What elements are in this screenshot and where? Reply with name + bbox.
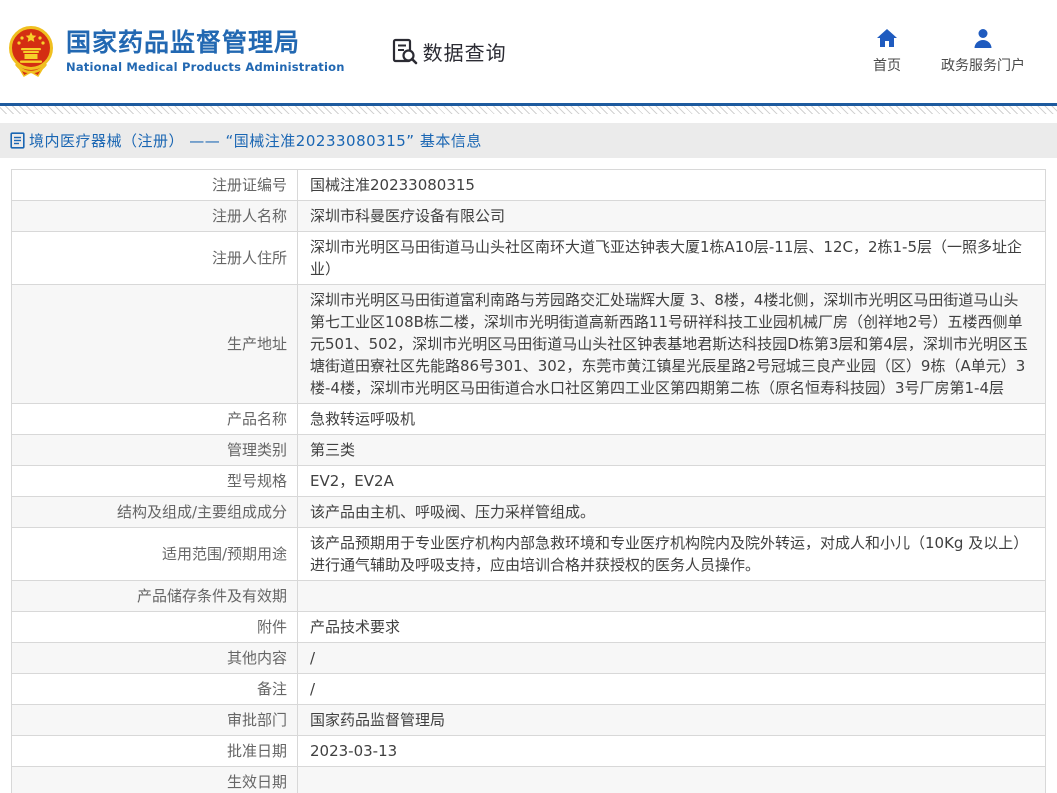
person-icon (972, 28, 994, 48)
row-value: 第三类 (298, 435, 1046, 466)
breadcrumb: 境内医疗器械（注册） —— “国械注准20233080315” 基本信息 (0, 123, 1057, 158)
row-value: 国械注准20233080315 (298, 170, 1046, 201)
table-row: 结构及组成/主要组成成分该产品由主机、呼吸阀、压力采样管组成。 (12, 497, 1046, 528)
row-value: EV2，EV2A (298, 466, 1046, 497)
row-value: 深圳市光明区马田街道马山头社区南环大道飞亚达钟表大厦1栋A10层-11层、12C… (298, 232, 1046, 285)
table-row: 注册人名称深圳市科曼医疗设备有限公司 (12, 201, 1046, 232)
table-row: 产品储存条件及有效期 (12, 581, 1046, 612)
nmpa-logo[interactable]: 国家药品监督管理局 National Medical Products Admi… (8, 26, 345, 78)
nav-home[interactable]: 首页 (873, 28, 901, 75)
row-label: 备注 (12, 674, 298, 705)
table-row: 产品名称急救转运呼吸机 (12, 404, 1046, 435)
row-value: / (298, 643, 1046, 674)
table-row: 备注/ (12, 674, 1046, 705)
row-value: 深圳市科曼医疗设备有限公司 (298, 201, 1046, 232)
data-query-link[interactable]: 数据查询 (391, 37, 507, 66)
nav-gov-portal[interactable]: 政务服务门户 (941, 28, 1025, 75)
row-value: 产品技术要求 (298, 612, 1046, 643)
table-row: 注册人住所深圳市光明区马田街道马山头社区南环大道飞亚达钟表大厦1栋A10层-11… (12, 232, 1046, 285)
row-value: / (298, 674, 1046, 705)
row-label: 生效日期 (12, 767, 298, 793)
header-hatch-band (0, 106, 1057, 114)
row-label: 批准日期 (12, 736, 298, 767)
document-search-icon (391, 38, 418, 65)
nav-gov-portal-label: 政务服务门户 (941, 55, 1025, 75)
breadcrumb-text: 境内医疗器械（注册） —— “国械注准20233080315” 基本信息 (29, 130, 482, 151)
org-name-zh: 国家药品监督管理局 (66, 29, 345, 58)
nav-home-label: 首页 (873, 55, 901, 75)
registration-info-table: 注册证编号国械注准20233080315注册人名称深圳市科曼医疗设备有限公司注册… (11, 169, 1046, 793)
table-row: 型号规格EV2，EV2A (12, 466, 1046, 497)
row-value: 2023-03-13 (298, 736, 1046, 767)
data-query-label: 数据查询 (423, 37, 507, 66)
row-label: 产品储存条件及有效期 (12, 581, 298, 612)
row-label: 审批部门 (12, 705, 298, 736)
row-value: 急救转运呼吸机 (298, 404, 1046, 435)
site-header: 国家药品监督管理局 National Medical Products Admi… (0, 0, 1057, 103)
row-label: 生产地址 (12, 285, 298, 404)
table-row: 生产地址深圳市光明区马田街道富利南路与芳园路交汇处瑞辉大厦 3、8楼，4楼北侧，… (12, 285, 1046, 404)
row-label: 注册证编号 (12, 170, 298, 201)
org-name-en: National Medical Products Administration (66, 60, 345, 74)
row-label: 注册人住所 (12, 232, 298, 285)
top-nav: 首页 政务服务门户 (873, 28, 1039, 75)
row-label: 适用范围/预期用途 (12, 528, 298, 581)
row-label: 管理类别 (12, 435, 298, 466)
table-row: 附件产品技术要求 (12, 612, 1046, 643)
home-icon (876, 28, 898, 48)
row-value: 该产品由主机、呼吸阀、压力采样管组成。 (298, 497, 1046, 528)
table-row: 批准日期2023-03-13 (12, 736, 1046, 767)
china-national-emblem-icon (8, 26, 54, 78)
row-value: 深圳市光明区马田街道富利南路与芳园路交汇处瑞辉大厦 3、8楼，4楼北侧，深圳市光… (298, 285, 1046, 404)
row-label: 结构及组成/主要组成成分 (12, 497, 298, 528)
row-value: 该产品预期用于专业医疗机构内部急救环境和专业医疗机构院内及院外转运，对成人和小儿… (298, 528, 1046, 581)
row-label: 产品名称 (12, 404, 298, 435)
row-label: 注册人名称 (12, 201, 298, 232)
table-row: 注册证编号国械注准20233080315 (12, 170, 1046, 201)
row-label: 型号规格 (12, 466, 298, 497)
table-row: 生效日期 (12, 767, 1046, 793)
row-label: 其他内容 (12, 643, 298, 674)
row-label: 附件 (12, 612, 298, 643)
table-row: 管理类别第三类 (12, 435, 1046, 466)
table-row: 适用范围/预期用途该产品预期用于专业医疗机构内部急救环境和专业医疗机构院内及院外… (12, 528, 1046, 581)
row-value: 国家药品监督管理局 (298, 705, 1046, 736)
table-row: 其他内容/ (12, 643, 1046, 674)
row-value (298, 767, 1046, 793)
row-value (298, 581, 1046, 612)
document-icon (10, 132, 25, 149)
table-row: 审批部门国家药品监督管理局 (12, 705, 1046, 736)
